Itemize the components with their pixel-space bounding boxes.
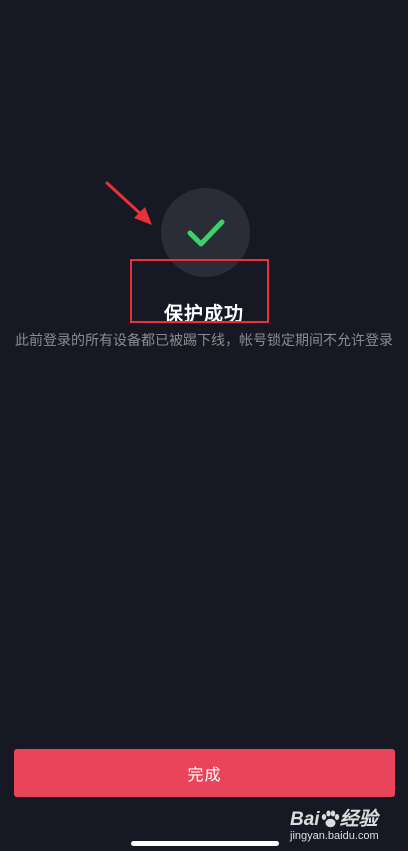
baidu-jingyan-watermark: Bai 经验 jingyan.baidu.com — [290, 802, 402, 846]
home-indicator[interactable] — [131, 841, 279, 846]
paw-icon — [321, 810, 339, 828]
red-arrow-annotation — [105, 181, 152, 225]
watermark-brand-right: 经验 — [339, 809, 378, 830]
done-button[interactable]: 完成 — [14, 749, 395, 797]
checkmark-icon — [187, 219, 224, 246]
watermark-brand-left: Bai — [290, 809, 320, 830]
status-description: 此前登录的所有设备都已被踢下线，帐号锁定期间不允许登录 — [15, 333, 393, 349]
protection-success-screen: 保护成功 此前登录的所有设备都已被踢下线，帐号锁定期间不允许登录 完成 Bai 经… — [0, 0, 408, 851]
watermark-site: jingyan.baidu.com — [290, 830, 379, 842]
watermark-logo: Bai 经验 — [290, 804, 378, 831]
highlight-box-annotation — [130, 259, 269, 323]
